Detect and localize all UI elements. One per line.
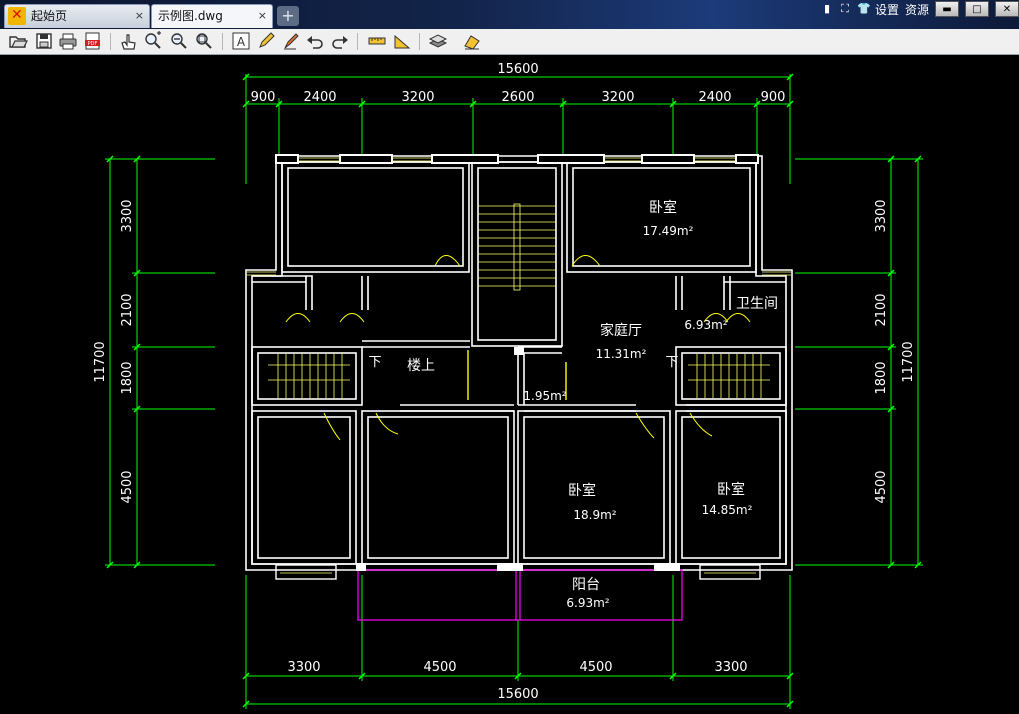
dim-bottom-1: 4500 xyxy=(423,660,456,675)
tab-drawing[interactable]: 示例图.dwg × xyxy=(151,4,273,28)
dimension-lines xyxy=(105,74,923,709)
close-icon[interactable]: × xyxy=(258,5,267,27)
open-icon[interactable] xyxy=(8,31,28,51)
pan-icon[interactable] xyxy=(119,31,139,51)
dim-left-1: 2100 xyxy=(120,293,135,326)
room-area: 6.93m² xyxy=(684,318,727,332)
zoom-out-icon[interactable] xyxy=(169,31,189,51)
dim-top-total: 15600 xyxy=(497,62,538,77)
dim-left-2: 1800 xyxy=(120,361,135,394)
dim-top-4: 3200 xyxy=(601,90,634,105)
dim-top-1: 2400 xyxy=(303,90,336,105)
room-label: 楼上 xyxy=(407,358,435,374)
room-area: 1.95m² xyxy=(523,389,566,403)
close-window-button[interactable]: ✕ xyxy=(995,1,1019,17)
svg-text:PDF: PDF xyxy=(88,41,98,47)
dim-left-0: 3300 xyxy=(120,199,135,232)
window-glazing xyxy=(247,157,791,276)
room-area: 14.85m² xyxy=(702,503,753,517)
room-area: 17.49m² xyxy=(643,224,694,238)
room-label: 卧室 xyxy=(649,199,677,216)
room-label: 家庭厅 xyxy=(600,322,642,339)
dim-left-total: 11700 xyxy=(93,341,108,382)
print-icon[interactable] xyxy=(58,31,78,51)
dim-top-5: 2400 xyxy=(698,90,731,105)
mobile-icon[interactable]: ▮ xyxy=(821,3,833,15)
svg-text:A: A xyxy=(237,35,246,49)
zoom-in-icon[interactable] xyxy=(143,31,163,51)
dim-top-3: 2600 xyxy=(501,90,534,105)
app-logo-icon xyxy=(8,4,26,26)
dim-right-3: 4500 xyxy=(874,470,889,503)
drawing-canvas[interactable]: 15600 900 2400 3200 2600 3200 2400 900 3… xyxy=(0,55,1019,714)
stair-down-label: 下 xyxy=(368,355,381,370)
new-tab-button[interactable]: + xyxy=(277,6,299,26)
room-area: 6.93m² xyxy=(566,596,609,610)
dim-bottom-3: 3300 xyxy=(714,660,747,675)
balcony-outline xyxy=(357,569,683,621)
resources-menu[interactable]: 资源 xyxy=(905,1,929,18)
pdf-icon[interactable]: PDF xyxy=(83,31,103,51)
zoom-extents-icon[interactable] xyxy=(194,31,214,51)
dim-right-0: 3300 xyxy=(874,199,889,232)
side-stairs xyxy=(268,354,770,398)
close-icon[interactable]: × xyxy=(135,5,144,27)
floor-plan[interactable]: 15600 900 2400 3200 2600 3200 2400 900 3… xyxy=(0,55,1019,714)
pencil-icon[interactable] xyxy=(256,31,276,51)
text-icon[interactable]: A xyxy=(231,31,251,51)
tab-label: 起始页 xyxy=(31,9,68,23)
room-label: 卫生间 xyxy=(736,296,778,312)
dim-left-3: 4500 xyxy=(120,470,135,503)
save-icon[interactable] xyxy=(34,31,54,51)
dim-bottom-0: 3300 xyxy=(287,660,320,675)
redo-icon[interactable] xyxy=(330,31,350,51)
fullscreen-icon[interactable]: ⛶ xyxy=(839,3,851,15)
undo-icon[interactable] xyxy=(305,31,325,51)
dim-top-0: 900 xyxy=(251,90,276,105)
dim-right-2: 1800 xyxy=(874,361,889,394)
room-area: 11.31m² xyxy=(596,347,647,361)
toolbar: PDF A xyxy=(0,29,1019,55)
tab-start-page[interactable]: 起始页 × xyxy=(4,4,150,28)
room-area: 18.9m² xyxy=(573,508,616,522)
area-measure-icon[interactable] xyxy=(392,31,412,51)
properties-icon[interactable] xyxy=(462,31,482,51)
dimension-ticks xyxy=(106,73,922,708)
dim-bottom-total: 15600 xyxy=(497,687,538,702)
central-stair xyxy=(478,203,556,291)
window-controls: ▮ ⛶ 👕 设置 资源 ▬ □ ✕ xyxy=(821,0,1019,18)
dim-bottom-2: 4500 xyxy=(579,660,612,675)
title-bar: 起始页 × 示例图.dwg × + ▮ ⛶ 👕 设置 资源 ▬ □ ✕ xyxy=(0,0,1019,29)
brush-icon[interactable] xyxy=(281,31,301,51)
minimize-button[interactable]: ▬ xyxy=(935,1,959,17)
layers-icon[interactable] xyxy=(428,31,448,51)
dim-right-1: 2100 xyxy=(874,293,889,326)
room-label: 卧室 xyxy=(717,481,745,498)
tab-label: 示例图.dwg xyxy=(158,9,223,23)
maximize-button[interactable]: □ xyxy=(965,1,989,17)
measure-icon[interactable] xyxy=(367,31,387,51)
stair-down-label: 下 xyxy=(665,355,678,370)
room-label: 卧室 xyxy=(568,482,596,499)
dim-right-total: 11700 xyxy=(901,341,916,382)
room-label: 阳台 xyxy=(572,577,600,593)
settings-menu[interactable]: 设置 xyxy=(875,1,899,18)
dim-top-2: 3200 xyxy=(401,90,434,105)
skin-icon[interactable]: 👕 xyxy=(857,3,871,15)
dim-top-6: 900 xyxy=(761,90,786,105)
